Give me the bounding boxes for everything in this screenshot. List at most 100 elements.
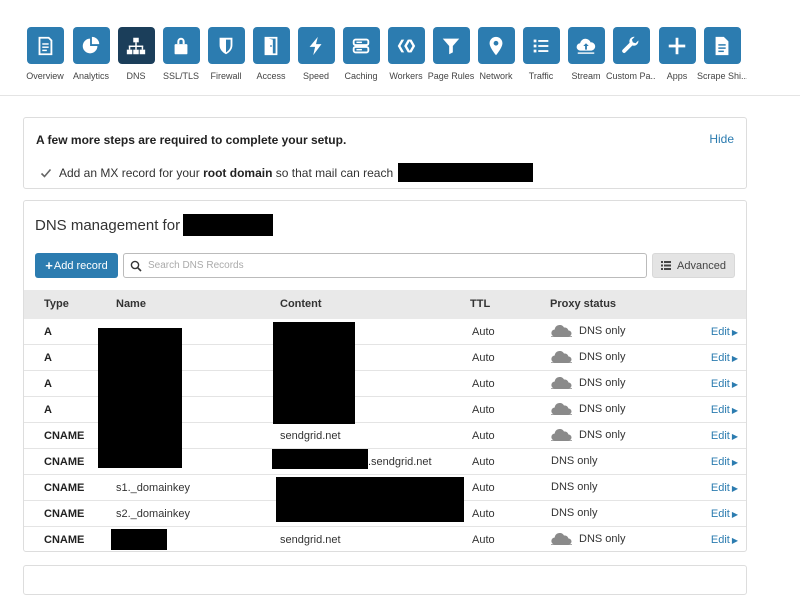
edit-link[interactable]: Edit ▶: [711, 404, 738, 416]
proxy-status: DNS only: [551, 455, 597, 467]
plus-icon: +: [45, 258, 53, 273]
record-type: A: [44, 326, 52, 338]
edit-link[interactable]: Edit ▶: [711, 482, 738, 494]
nav-tile: [252, 27, 290, 64]
edit-link[interactable]: Edit ▶: [711, 534, 738, 546]
proxy-status: DNS only: [551, 351, 625, 363]
record-type: A: [44, 378, 52, 390]
nav-item-apps[interactable]: Apps: [652, 27, 702, 81]
edit-link[interactable]: Edit ▶: [711, 456, 738, 468]
redacted-domain: [398, 163, 534, 182]
proxy-status-label: DNS only: [579, 351, 626, 363]
edit-label: Edit: [710, 326, 730, 338]
proxy-status: DNS only: [551, 533, 625, 545]
edit-label: Edit: [710, 378, 730, 390]
edit-label: Edit: [710, 404, 730, 416]
record-type: A: [44, 404, 52, 416]
edit-label: Edit: [710, 508, 730, 520]
search-input[interactable]: [148, 260, 628, 271]
nav-item-custom-pa[interactable]: Custom Pa...: [606, 27, 656, 81]
redacted-content: [272, 449, 368, 469]
nav-tile: [117, 27, 155, 64]
add-record-button[interactable]: + Add record: [35, 253, 118, 278]
nav-tile: [612, 27, 650, 64]
nav-item-firewall[interactable]: Firewall: [201, 27, 251, 81]
edit-link[interactable]: Edit ▶: [711, 352, 738, 364]
proxy-status-label: DNS only: [579, 325, 626, 337]
nav-tile: [432, 27, 470, 64]
nav-label: Speed: [302, 71, 330, 81]
record-type: A: [44, 352, 52, 364]
wrench-icon: [622, 36, 639, 53]
lock-icon: [174, 37, 188, 54]
next-panel: [23, 565, 747, 595]
nav-item-traffic[interactable]: Traffic: [516, 27, 566, 81]
caret-right-icon: ▶: [731, 379, 738, 389]
redacted-contents: [273, 322, 355, 424]
edit-link[interactable]: Edit ▶: [711, 326, 738, 338]
record-type: CNAME: [44, 534, 85, 546]
setup-step-bold: root domain: [203, 165, 273, 180]
nav-item-speed[interactable]: Speed: [291, 27, 341, 81]
edit-label: Edit: [710, 482, 730, 494]
proxy-status: DNS only: [551, 403, 625, 415]
record-ttl: Auto: [472, 508, 495, 520]
cloud-icon: [551, 377, 572, 389]
nav-item-stream[interactable]: Stream: [561, 27, 611, 81]
nav-item-network[interactable]: Network: [471, 27, 521, 81]
lightning-icon: [309, 36, 322, 55]
edit-link[interactable]: Edit ▶: [711, 508, 738, 520]
nav-item-caching[interactable]: Caching: [336, 27, 386, 81]
nav-item-scrape-shi[interactable]: Scrape Shi...: [697, 27, 747, 81]
nav-item-analytics[interactable]: Analytics: [66, 27, 116, 81]
proxy-status-label: DNS only: [579, 403, 626, 415]
nav-tile: [72, 27, 110, 64]
proxy-status-label: DNS only: [579, 377, 626, 389]
search-box[interactable]: [123, 253, 647, 278]
checkmark-icon: [40, 168, 52, 178]
nav-item-overview[interactable]: Overview: [20, 27, 70, 81]
edit-label: Edit: [710, 430, 730, 442]
proxy-status: DNS only: [551, 481, 597, 493]
proxy-status: DNS only: [551, 377, 625, 389]
nav-tile: [387, 27, 425, 64]
proxy-status-label: DNS only: [551, 455, 598, 467]
edit-link[interactable]: Edit ▶: [711, 430, 738, 442]
record-type: CNAME: [44, 508, 85, 520]
caret-right-icon: ▶: [731, 509, 738, 519]
list-icon: [533, 39, 549, 52]
nav-item-ssl-tls[interactable]: SSL/TLS: [156, 27, 206, 81]
nav-label: Network: [479, 71, 513, 81]
nav-item-dns[interactable]: DNS: [111, 27, 161, 81]
col-proxy-status: Proxy status: [550, 298, 617, 310]
advanced-button[interactable]: Advanced: [652, 253, 735, 278]
nav-label: Access: [256, 71, 286, 81]
cloud-icon: [551, 533, 572, 545]
caret-right-icon: ▶: [731, 483, 738, 493]
redacted-contents: [276, 477, 464, 522]
record-ttl: Auto: [472, 456, 495, 468]
nav-item-workers[interactable]: Workers: [381, 27, 431, 81]
col-name[interactable]: Name: [116, 298, 146, 310]
search-icon: [130, 260, 142, 272]
shield-icon: [219, 37, 233, 54]
record-type: CNAME: [44, 430, 85, 442]
record-content: sendgrid.net: [280, 430, 341, 442]
cloud-upload-icon: [576, 38, 596, 54]
col-content[interactable]: Content: [280, 298, 322, 310]
col-type[interactable]: Type: [44, 298, 69, 310]
nav-item-page-rules[interactable]: Page Rules: [426, 27, 476, 81]
record-ttl: Auto: [472, 482, 495, 494]
caret-right-icon: ▶: [731, 353, 738, 363]
record-ttl: Auto: [472, 534, 495, 546]
cloud-icon: [551, 351, 572, 363]
hide-link[interactable]: Hide: [709, 132, 734, 146]
nav-item-access[interactable]: Access: [246, 27, 296, 81]
edit-label: Edit: [710, 534, 730, 546]
col-ttl[interactable]: TTL: [470, 298, 490, 310]
proxy-status: DNS only: [551, 429, 625, 441]
door-icon: [264, 36, 278, 55]
table-header: Type Name Content TTL Proxy status: [24, 290, 746, 319]
nav-label: Caching: [344, 71, 378, 81]
edit-link[interactable]: Edit ▶: [711, 378, 738, 390]
